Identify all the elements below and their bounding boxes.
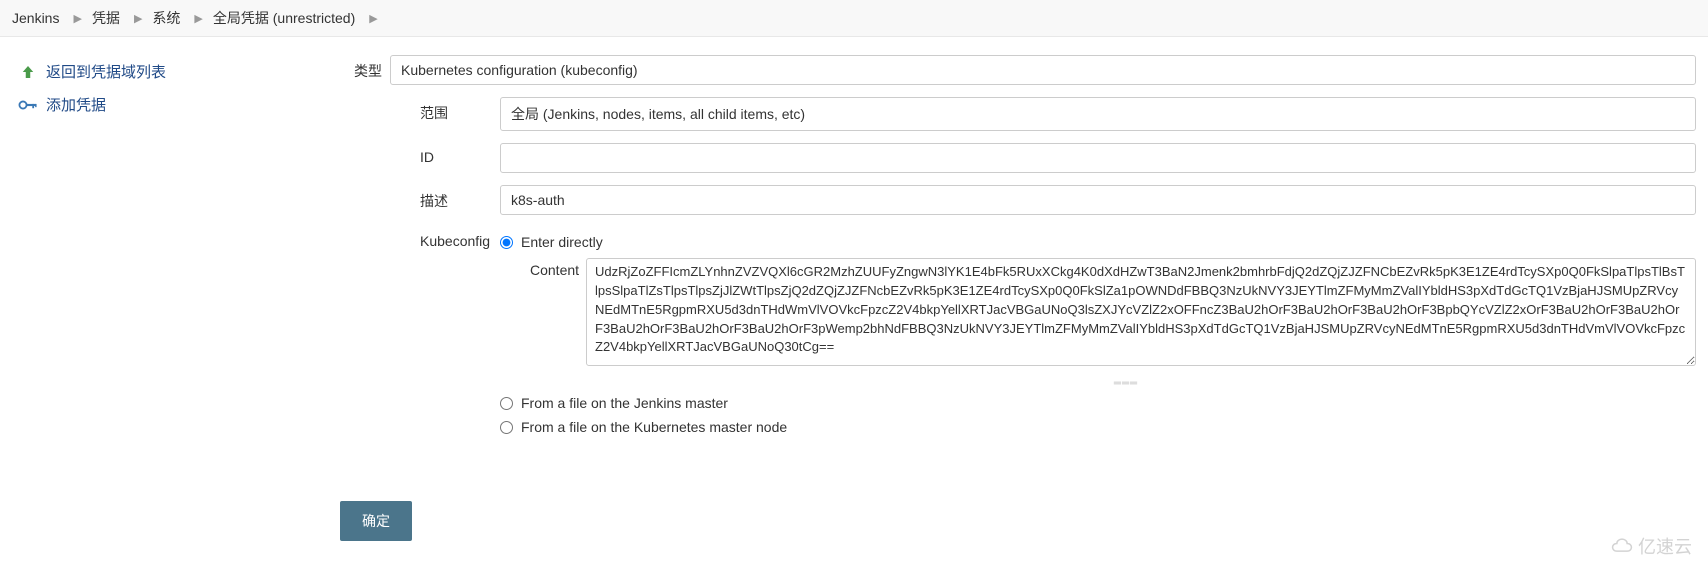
sidebar-item-label: 返回到凭据域列表 <box>46 61 166 82</box>
breadcrumb-system[interactable]: 系统 <box>152 8 180 28</box>
chevron-right-icon: ▶ <box>194 12 202 25</box>
type-label: 类型 <box>340 55 390 81</box>
arrow-up-icon <box>18 63 38 81</box>
type-select[interactable]: Kubernetes configuration (kubeconfig) <box>390 55 1696 85</box>
breadcrumb-global-creds[interactable]: 全局凭据 (unrestricted) <box>213 8 355 28</box>
sidebar-item-add-credentials[interactable]: 添加凭据 <box>18 88 340 121</box>
radio-from-k8s-master[interactable]: From a file on the Kubernetes master nod… <box>500 415 1696 439</box>
cloud-icon <box>1610 536 1634 556</box>
description-label: 描述 <box>420 185 500 211</box>
radio-from-jenkins-master-input[interactable] <box>500 397 513 410</box>
breadcrumb-jenkins[interactable]: Jenkins <box>12 10 59 26</box>
chevron-right-icon: ▶ <box>73 12 81 25</box>
id-label: ID <box>420 143 500 165</box>
description-input[interactable] <box>500 185 1696 215</box>
chevron-right-icon: ▶ <box>369 12 377 25</box>
content-label: Content <box>530 258 586 278</box>
key-icon <box>18 98 38 112</box>
radio-enter-directly[interactable]: Enter directly <box>500 230 1696 254</box>
sidebar-item-back[interactable]: 返回到凭据域列表 <box>18 55 340 88</box>
radio-from-jenkins-master[interactable]: From a file on the Jenkins master <box>500 391 1696 415</box>
main-content: 类型 Kubernetes configuration (kubeconfig)… <box>340 55 1708 541</box>
watermark-text: 亿速云 <box>1638 533 1692 559</box>
radio-from-k8s-master-input[interactable] <box>500 421 513 434</box>
resize-handle-icon[interactable]: ═══ <box>556 376 1696 391</box>
content-textarea[interactable] <box>586 258 1696 366</box>
scope-select[interactable]: 全局 (Jenkins, nodes, items, all child ite… <box>500 97 1696 131</box>
sidebar: 返回到凭据域列表 添加凭据 <box>0 55 340 541</box>
chevron-right-icon: ▶ <box>134 12 142 25</box>
radio-enter-directly-input[interactable] <box>500 236 513 249</box>
sidebar-item-label: 添加凭据 <box>46 94 106 115</box>
submit-button[interactable]: 确定 <box>340 501 412 541</box>
id-input[interactable] <box>500 143 1696 173</box>
breadcrumb-credentials[interactable]: 凭据 <box>92 8 120 28</box>
radio-label: Enter directly <box>521 234 603 250</box>
radio-label: From a file on the Jenkins master <box>521 395 728 411</box>
watermark: 亿速云 <box>1610 533 1692 559</box>
radio-label: From a file on the Kubernetes master nod… <box>521 419 787 435</box>
breadcrumb: Jenkins ▶ 凭据 ▶ 系统 ▶ 全局凭据 (unrestricted) … <box>0 0 1708 37</box>
scope-label: 范围 <box>420 97 500 123</box>
kubeconfig-label: Kubeconfig <box>420 227 500 249</box>
